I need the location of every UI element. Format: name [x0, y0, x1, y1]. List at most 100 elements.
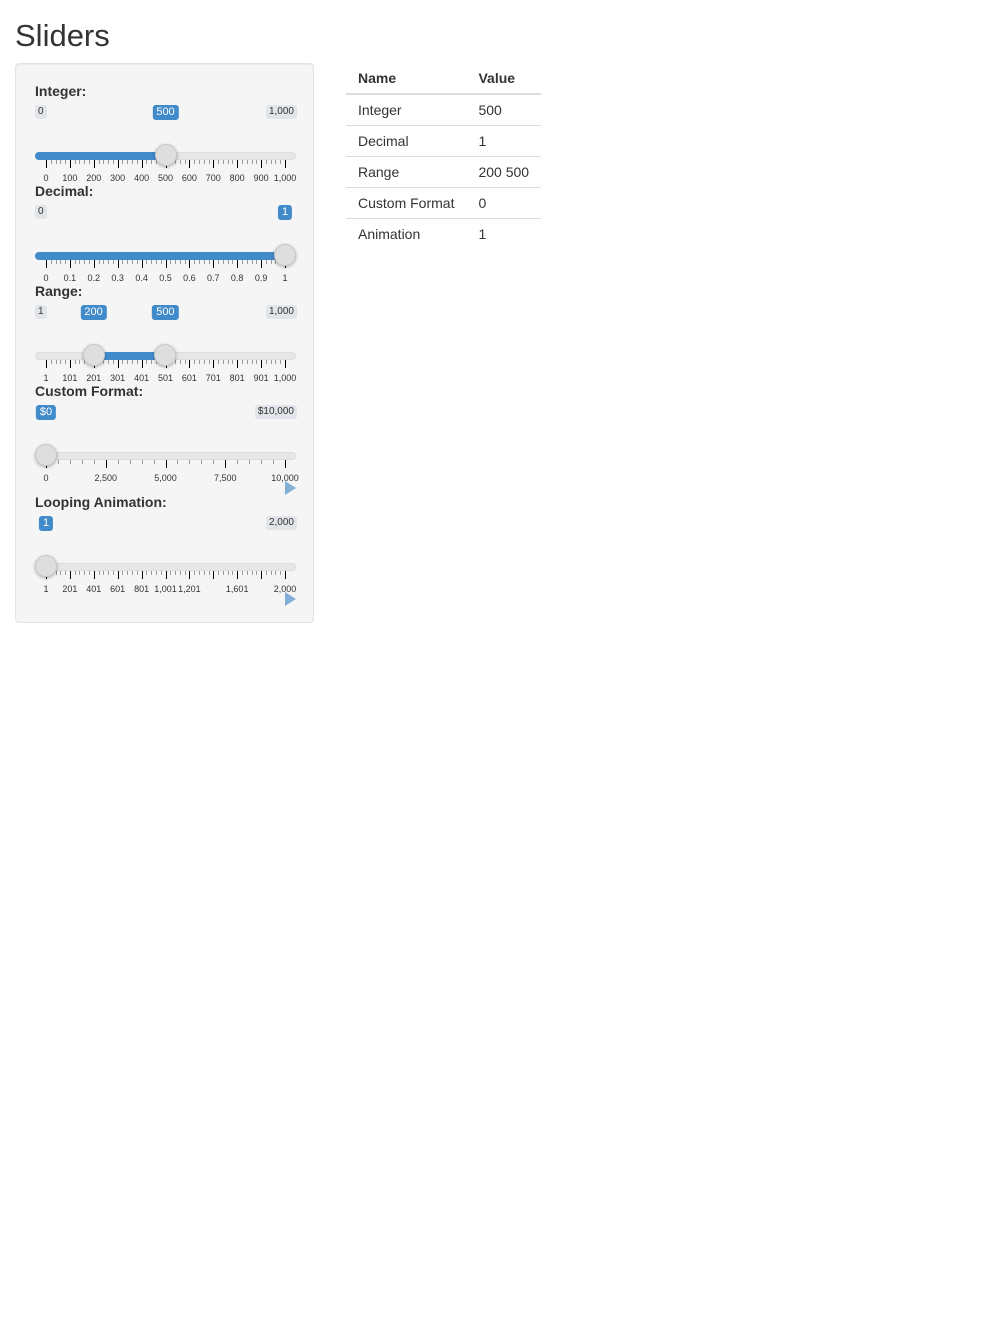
slider-label: Range:: [35, 283, 83, 299]
tick-minor: [113, 571, 114, 575]
tick-minor: [132, 360, 133, 364]
slider-fill: [35, 152, 166, 160]
tick-minor: [99, 571, 100, 575]
tick-label: 0.2: [87, 273, 101, 283]
tick-minor: [228, 160, 229, 164]
tick-major: [237, 160, 238, 168]
tick-label: 1: [43, 584, 49, 594]
tick-major: [285, 460, 286, 468]
slider-handle[interactable]: [154, 144, 177, 166]
slider-max-label: $10,000: [254, 405, 297, 419]
tick-minor: [242, 160, 243, 164]
slider-handle[interactable]: [35, 555, 57, 577]
slider-label: Custom Format:: [35, 383, 144, 399]
tick-minor: [247, 260, 248, 264]
tick-major: [142, 160, 143, 168]
tick-label: 0.4: [135, 273, 148, 283]
tick-minor: [194, 360, 195, 364]
tick-minor: [232, 160, 233, 164]
slider-5[interactable]: Looping Animation: 2,000 1 201 401 601 801 1,00…: [16, 494, 315, 606]
tick-minor: [252, 160, 253, 164]
tick-minor: [218, 160, 219, 164]
slider-2[interactable]: Decimal: 0 0 0.1 0.2 0.3 0.4 0.5 0.6 0.7 0.8 0.9 1 1: [16, 183, 315, 283]
tick-major: [261, 571, 262, 579]
tick-major: [189, 571, 190, 579]
tick-minor: [209, 160, 210, 164]
tick-minor: [223, 160, 224, 164]
tick-minor: [180, 160, 181, 164]
tick-minor: [75, 260, 76, 264]
tick-minor: [99, 260, 100, 264]
tick-minor: [146, 360, 147, 364]
tick-minor: [132, 571, 133, 575]
tick-label: 201: [62, 584, 78, 594]
table-row: Decimal 1: [346, 125, 542, 157]
table-cell-value: 200 500: [466, 156, 542, 188]
tick-major: [237, 260, 238, 268]
tick-major: [225, 460, 226, 468]
tick-major: [189, 360, 190, 368]
tick-minor: [89, 160, 90, 164]
tick-major: [46, 360, 47, 368]
tick-major: [94, 260, 95, 268]
tick-label: 0: [43, 273, 49, 283]
slider-fill: [35, 252, 296, 260]
tick-minor: [204, 360, 205, 364]
tick-major: [46, 160, 47, 168]
tick-minor: [154, 460, 155, 464]
slider-3[interactable]: Range: 1 1,000 1 101 201 301 401 501 601 701 801 901…: [16, 283, 315, 383]
tick-minor: [232, 360, 233, 364]
tick-minor: [273, 460, 274, 464]
table-header-row: Name Value: [346, 63, 542, 95]
tick-label: 501: [157, 373, 174, 383]
slider-handle[interactable]: [274, 244, 296, 266]
tick-label: 801: [134, 584, 150, 594]
tick-minor: [60, 160, 61, 164]
slider-value-bubble: 500: [152, 105, 179, 120]
tick-minor: [223, 571, 224, 575]
tick-minor: [122, 571, 123, 575]
tick-minor: [232, 260, 233, 264]
play-icon[interactable]: [285, 481, 296, 495]
tick-major: [142, 571, 143, 579]
tick-minor: [252, 571, 253, 575]
tick-minor: [204, 160, 205, 164]
tick-major: [106, 460, 107, 468]
slider-track[interactable]: [35, 452, 296, 460]
slider-max-label: 1,000: [265, 105, 297, 119]
slider-1[interactable]: Integer: 0 1,000 0 100 200 300 400 500 600 700 800 9…: [16, 83, 315, 183]
tick-minor: [170, 571, 171, 575]
tick-label: 0: [43, 173, 49, 183]
tick-minor: [84, 571, 85, 575]
tick-minor: [56, 571, 57, 575]
tick-minor: [228, 571, 229, 575]
tick-minor: [275, 160, 276, 164]
tick-minor: [127, 360, 128, 364]
slider-handle[interactable]: [35, 444, 57, 466]
tick-label: 1: [282, 273, 288, 283]
tick-minor: [151, 360, 152, 364]
tick-minor: [256, 160, 257, 164]
tick-label: 0.7: [207, 273, 220, 283]
tick-minor: [79, 360, 80, 364]
tick-minor: [201, 460, 202, 464]
tick-label: 601: [181, 373, 197, 383]
tick-minor: [75, 360, 76, 364]
tick-major: [261, 160, 262, 168]
tick-minor: [242, 571, 243, 575]
slider-handle[interactable]: [154, 344, 177, 366]
tick-minor: [261, 460, 262, 464]
play-icon[interactable]: [285, 592, 296, 606]
tick-minor: [82, 460, 83, 464]
slider-handle[interactable]: [82, 344, 105, 366]
tick-major: [237, 360, 238, 368]
tick-label: 1,000: [273, 373, 297, 383]
tick-label: 0: [43, 473, 49, 483]
tick-label: 0.3: [111, 273, 124, 283]
tick-minor: [213, 460, 214, 464]
table-row: Custom Format 0: [346, 187, 542, 219]
tick-major: [285, 571, 286, 579]
tick-minor: [180, 571, 181, 575]
slider-4[interactable]: Custom Format: $10,000 0 2,500 5,000 7,500 10,…: [16, 383, 315, 495]
slider-track[interactable]: [35, 563, 296, 571]
